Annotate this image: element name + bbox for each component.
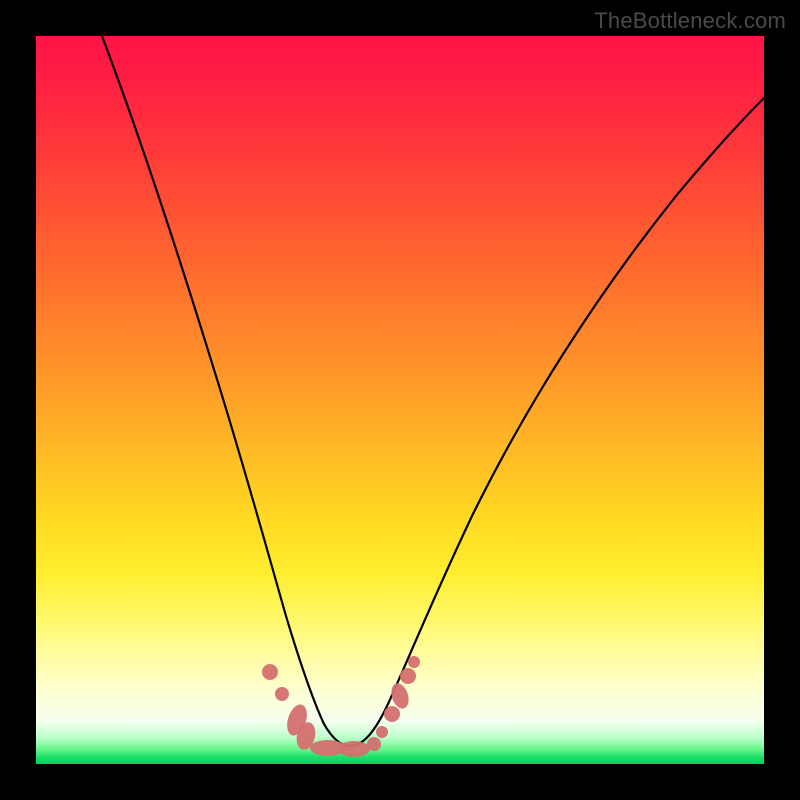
marker-dot <box>408 656 420 668</box>
marker-dot <box>262 664 278 680</box>
chart-frame: TheBottleneck.com <box>0 0 800 800</box>
chart-svg <box>36 36 764 764</box>
watermark-text: TheBottleneck.com <box>594 8 786 34</box>
marker-dot <box>367 737 381 751</box>
marker-dot <box>400 668 416 684</box>
marker-blob <box>338 741 370 757</box>
bottleneck-curve <box>102 36 764 746</box>
marker-dot <box>376 726 388 738</box>
marker-dot <box>275 687 289 701</box>
marker-cluster <box>262 656 420 757</box>
marker-dot <box>384 706 400 722</box>
plot-area <box>36 36 764 764</box>
